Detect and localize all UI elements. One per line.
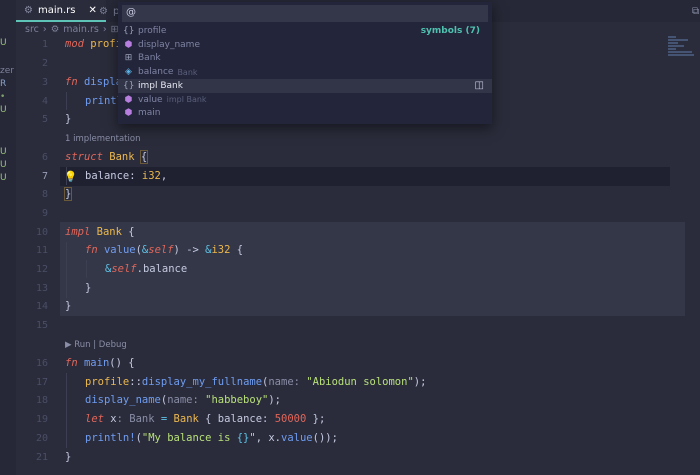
symbol-label: Bank xyxy=(138,53,161,64)
code-line-8: } xyxy=(63,187,73,201)
git-status-u: U xyxy=(0,160,7,170)
code-line-21: } xyxy=(65,451,72,463)
git-status-u: U xyxy=(0,105,7,115)
line-number: 21 xyxy=(35,452,48,463)
field-icon: ◈ xyxy=(125,67,132,78)
code-line-19: let x: Bank = Bank { balance: 50000 }; xyxy=(85,413,326,425)
symbol-label: main xyxy=(138,108,161,119)
rust-file-icon: ⚙ xyxy=(24,4,33,16)
split-editor-icon[interactable]: ⧉ xyxy=(692,6,699,17)
symbol-label: value xyxy=(138,94,163,105)
line-number: 4 xyxy=(41,96,48,107)
line-number: 9 xyxy=(41,208,48,219)
breadcrumb-src[interactable]: src xyxy=(25,24,39,35)
symbol-item[interactable]: {} profile xyxy=(118,24,492,38)
code-line-11: fn value(&self) -> &i32 { xyxy=(85,244,244,256)
code-line-6: struct Bank { xyxy=(65,150,149,164)
code-line-12: &self.balance xyxy=(105,263,188,275)
rust-file-icon: ⚙ xyxy=(99,5,108,17)
explorer-panel-edge: U zer R • U U U U xyxy=(0,0,16,475)
run-debug-codelens[interactable]: ▶ Run | Debug xyxy=(65,340,127,350)
code-line-13: } xyxy=(85,282,92,294)
namespace-icon: {} xyxy=(123,80,135,91)
symbol-item[interactable]: ⬢ display_name xyxy=(118,38,492,52)
git-status-u: U xyxy=(0,173,7,183)
explorer-item-fragment: zer xyxy=(0,66,14,76)
quick-pick-symbols: @ symbols (7) {} profile ⬢ display_name ⊞ Ban… xyxy=(118,2,492,124)
symbol-label: balance xyxy=(138,67,174,78)
symbol-label: profile xyxy=(138,26,167,36)
tab-label: main.rs xyxy=(37,4,76,16)
function-icon: ⬢ xyxy=(124,108,133,119)
symbol-item[interactable]: ⬢ main xyxy=(118,106,492,120)
lightbulb-icon[interactable]: 💡 xyxy=(64,170,77,183)
struct-icon: ⊞ xyxy=(124,53,133,64)
symbol-label: display_name xyxy=(138,39,200,50)
git-status-u: U xyxy=(0,147,7,157)
line-number: 6 xyxy=(41,152,48,163)
chevron-right-icon: › xyxy=(102,24,107,35)
symbol-item[interactable]: ◈ balance Bank xyxy=(118,65,492,79)
git-status-dot: • xyxy=(0,92,6,102)
line-number: 15 xyxy=(35,320,48,331)
symbol-detail: impl Bank xyxy=(166,95,207,104)
chevron-right-icon: › xyxy=(42,24,47,35)
rust-file-icon: ⚙ xyxy=(50,24,60,35)
symbol-item[interactable]: ⊞ Bank xyxy=(118,51,492,65)
line-number: 12 xyxy=(35,264,48,275)
line-number: 2 xyxy=(41,58,48,69)
line-number: 1 xyxy=(41,39,48,50)
line-number: 16 xyxy=(35,358,48,369)
code-line-20: println!("My balance is {}", x.value()); xyxy=(85,432,338,444)
code-line-7: balance: i32, xyxy=(85,170,168,182)
line-number: 7 xyxy=(41,171,48,182)
line-number: 13 xyxy=(35,283,48,294)
symbol-item[interactable]: ⬢ value impl Bank xyxy=(118,93,492,107)
open-to-side-icon[interactable]: ◫ xyxy=(475,80,484,91)
breadcrumb: src› ⚙main.rs› ⊞B xyxy=(25,24,129,35)
method-icon: ⬢ xyxy=(124,94,133,105)
namespace-icon: {} xyxy=(123,26,135,36)
git-status-r: R xyxy=(0,79,7,89)
symbol-detail: Bank xyxy=(177,67,198,77)
symbol-item[interactable]: {} impl Bank ◫ xyxy=(118,78,492,93)
line-number: 3 xyxy=(41,77,48,88)
line-number: 18 xyxy=(35,395,48,406)
line-number: 14 xyxy=(35,301,48,312)
code-line-14: } xyxy=(65,300,72,312)
line-number: 19 xyxy=(35,414,48,425)
line-number: 17 xyxy=(35,377,48,388)
function-icon: ⬢ xyxy=(124,39,133,50)
line-number: 5 xyxy=(41,114,48,125)
breadcrumb-file[interactable]: main.rs xyxy=(63,24,99,35)
line-number: 11 xyxy=(35,245,48,256)
code-line-5: } xyxy=(65,113,72,125)
line-number: 20 xyxy=(35,433,48,444)
line-number: 10 xyxy=(35,227,48,238)
implementations-codelens[interactable]: 1 implementation xyxy=(65,134,140,144)
code-line-16: fn main() { xyxy=(65,357,135,369)
code-line-17: profile::display_my_fullname(name: "Abio… xyxy=(85,376,427,388)
code-line-18: display_name(name: "habbeboy"); xyxy=(85,394,281,406)
quick-pick-input[interactable]: @ xyxy=(122,5,488,22)
code-line-10: impl Bank { xyxy=(65,226,135,238)
line-number: 8 xyxy=(41,189,48,200)
minimap[interactable] xyxy=(668,35,698,60)
symbol-label: impl Bank xyxy=(138,80,183,91)
git-status-u: U xyxy=(0,38,7,48)
